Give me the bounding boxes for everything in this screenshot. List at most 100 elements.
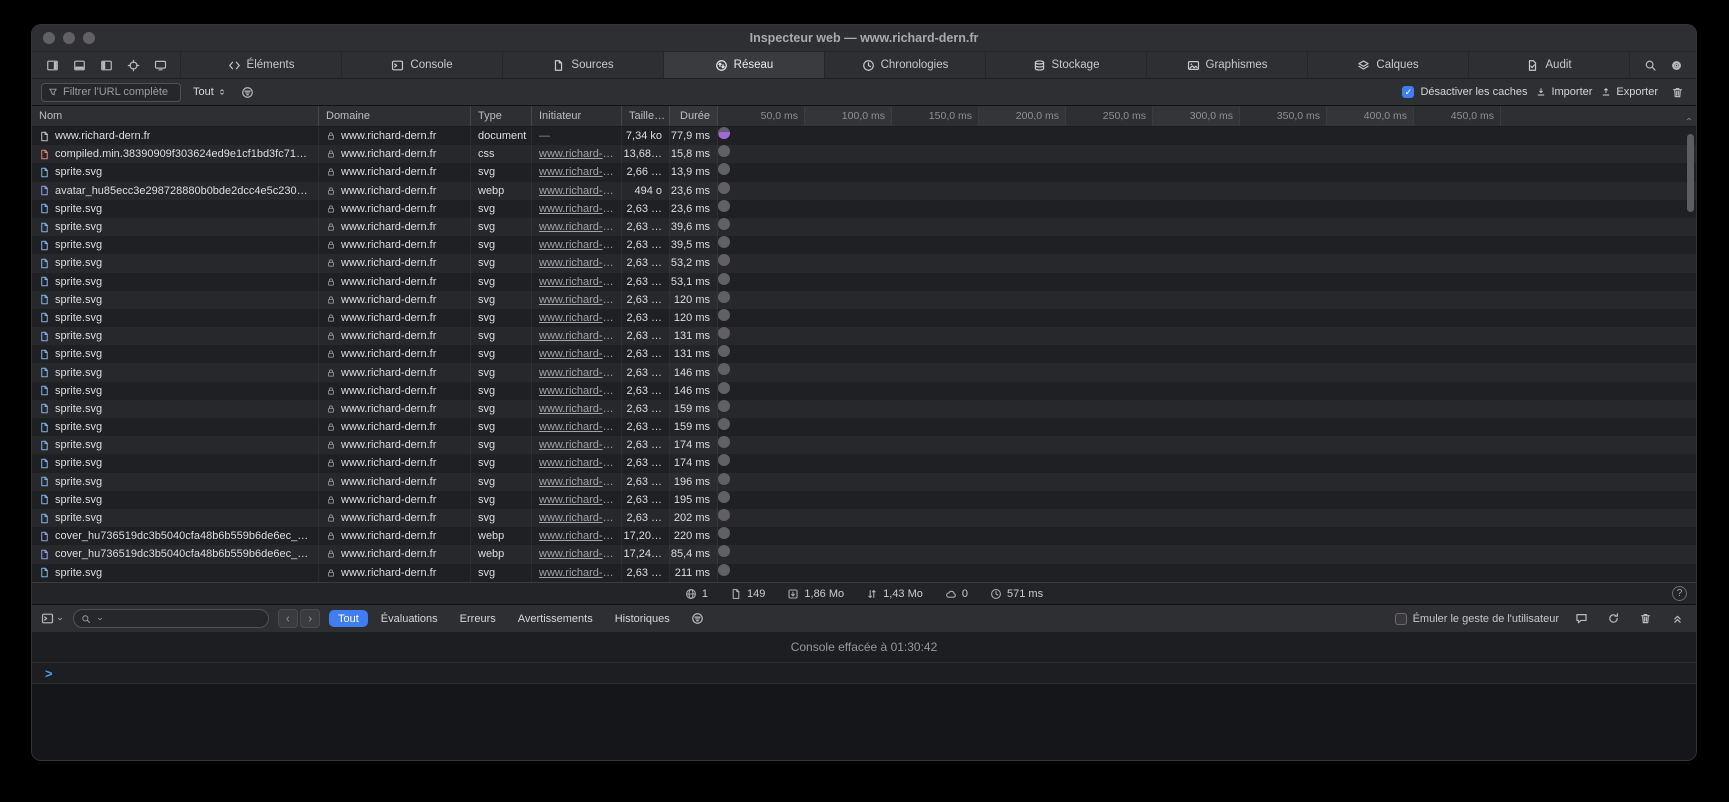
initiator-link[interactable]: www.richard-d… xyxy=(539,166,614,178)
previous-result-button[interactable] xyxy=(278,609,298,628)
table-row[interactable]: sprite.svgwww.richard-dern.frsvgwww.rich… xyxy=(32,327,1696,345)
table-row[interactable]: sprite.svgwww.richard-dern.frsvgwww.rich… xyxy=(32,436,1696,454)
console-prompt-chevron[interactable]: > xyxy=(45,666,53,681)
column-header[interactable]: Nom xyxy=(32,106,319,126)
table-row[interactable]: sprite.svgwww.richard-dern.frsvgwww.rich… xyxy=(32,236,1696,254)
table-row[interactable]: sprite.svgwww.richard-dern.frsvgwww.rich… xyxy=(32,454,1696,472)
inspect-element-button[interactable] xyxy=(121,54,145,76)
table-row[interactable]: sprite.svgwww.richard-dern.frsvgwww.rich… xyxy=(32,200,1696,218)
table-row[interactable]: cover_hu736519dc3b5040cfa48b6b559b6de6ec… xyxy=(32,527,1696,545)
initiator-link[interactable]: www.richard-d… xyxy=(539,203,614,215)
column-header[interactable]: Taille… xyxy=(622,106,670,126)
initiator-link[interactable]: www.richard-d… xyxy=(539,385,614,397)
initiator-link[interactable]: www.richard-d… xyxy=(539,439,614,451)
initiator-link[interactable]: www.richard-d… xyxy=(539,548,614,560)
tab-graphics[interactable]: Graphismes xyxy=(1146,52,1307,78)
column-header[interactable]: Type xyxy=(471,106,532,126)
device-settings-button[interactable] xyxy=(148,54,172,76)
initiator-link[interactable]: www.richard-d… xyxy=(539,221,614,233)
console-mode-button[interactable] xyxy=(41,612,64,625)
console-scope-erreurs[interactable]: Erreurs xyxy=(451,610,505,627)
initiator-link[interactable]: www.richard-d… xyxy=(539,276,614,288)
table-row[interactable]: sprite.svgwww.richard-dern.frsvgwww.rich… xyxy=(32,163,1696,181)
initiator-link[interactable]: www.richard-d… xyxy=(539,239,614,251)
reload-button[interactable] xyxy=(1603,612,1623,625)
table-row[interactable]: sprite.svgwww.richard-dern.frsvgwww.rich… xyxy=(32,418,1696,436)
tab-console[interactable]: Console xyxy=(341,52,502,78)
table-row[interactable]: sprite.svgwww.richard-dern.frsvgwww.rich… xyxy=(32,291,1696,309)
table-row[interactable]: sprite.svgwww.richard-dern.frsvgwww.rich… xyxy=(32,382,1696,400)
minimize-button[interactable] xyxy=(63,32,75,44)
initiator-link[interactable]: www.richard-d… xyxy=(539,476,614,488)
tab-elements[interactable]: Éléments xyxy=(180,52,341,78)
console-filter-options-button[interactable] xyxy=(688,612,708,625)
initiator-link[interactable]: www.richard-d… xyxy=(539,330,614,342)
tab-network[interactable]: Réseau xyxy=(663,52,824,78)
table-row[interactable]: sprite.svgwww.richard-dern.frsvgwww.rich… xyxy=(32,400,1696,418)
initiator-link[interactable]: www.richard-d… xyxy=(539,312,614,324)
resource-type-select[interactable]: Tout xyxy=(190,84,229,100)
dock-bottom-button[interactable] xyxy=(67,54,91,76)
table-row[interactable]: www.richard-dern.frwww.richard-dern.frdo… xyxy=(32,127,1696,145)
console-scope-tout[interactable]: Tout xyxy=(329,610,368,627)
initiator-link[interactable]: www.richard-d… xyxy=(539,403,614,415)
tab-storage[interactable]: Stockage xyxy=(985,52,1146,78)
zoom-button[interactable] xyxy=(83,32,95,44)
initiator-link[interactable]: www.richard-d… xyxy=(539,348,614,360)
table-row[interactable]: sprite.svgwww.richard-dern.frsvgwww.rich… xyxy=(32,564,1696,582)
initiator-link[interactable]: www.richard-d… xyxy=(539,294,614,306)
console-scope-evaluations[interactable]: Évaluations xyxy=(372,610,447,627)
console-scope-avertissements[interactable]: Avertissements xyxy=(509,610,602,627)
column-header[interactable]: Domaine xyxy=(319,106,471,126)
export-button[interactable]: Exporter xyxy=(1601,86,1658,98)
scrollbar[interactable] xyxy=(1686,128,1694,580)
column-header[interactable]: Durée xyxy=(670,106,718,126)
table-row[interactable]: sprite.svgwww.richard-dern.frsvgwww.rich… xyxy=(32,363,1696,381)
console-prompt-row[interactable]: > xyxy=(32,663,1696,684)
tab-sources[interactable]: Sources xyxy=(502,52,663,78)
table-row[interactable]: sprite.svgwww.richard-dern.frsvgwww.rich… xyxy=(32,509,1696,527)
column-header[interactable]: Initiateur xyxy=(532,106,622,126)
tab-audit[interactable]: Audit xyxy=(1468,52,1629,78)
table-row[interactable]: sprite.svgwww.richard-dern.frsvgwww.rich… xyxy=(32,345,1696,363)
initiator-link[interactable]: www.richard-d… xyxy=(539,257,614,269)
initiator-link[interactable]: www.richard-d… xyxy=(539,567,614,579)
console-messages-button[interactable] xyxy=(1571,612,1591,625)
collapse-console-button[interactable] xyxy=(1667,612,1687,625)
clear-network-button[interactable] xyxy=(1667,86,1687,99)
table-row[interactable]: cover_hu736519dc3b5040cfa48b6b559b6de6ec… xyxy=(32,545,1696,563)
initiator-link[interactable]: www.richard-d… xyxy=(539,421,614,433)
initiator-link[interactable]: www.richard-d… xyxy=(539,367,614,379)
search-button[interactable] xyxy=(1638,54,1662,76)
emulate-user-gesture-checkbox[interactable]: Émuler le geste de l'utilisateur xyxy=(1395,613,1559,625)
table-row[interactable]: sprite.svgwww.richard-dern.frsvgwww.rich… xyxy=(32,273,1696,291)
settings-button[interactable] xyxy=(1664,54,1688,76)
console-search-input[interactable] xyxy=(73,609,269,628)
table-row[interactable]: sprite.svgwww.richard-dern.frsvgwww.rich… xyxy=(32,491,1696,509)
next-result-button[interactable] xyxy=(300,609,320,628)
scrollbar-thumb[interactable] xyxy=(1687,134,1694,212)
console-scope-historiques[interactable]: Historiques xyxy=(606,610,679,627)
import-button[interactable]: Importer xyxy=(1536,86,1592,98)
table-row[interactable]: sprite.svgwww.richard-dern.frsvgwww.rich… xyxy=(32,218,1696,236)
initiator-link[interactable]: www.richard-d… xyxy=(539,148,614,160)
initiator-link[interactable]: www.richard-d… xyxy=(539,457,614,469)
initiator-link[interactable]: www.richard-d… xyxy=(539,185,614,197)
url-filter-input[interactable]: Filtrer l'URL complète xyxy=(41,83,181,102)
table-row[interactable]: sprite.svgwww.richard-dern.frsvgwww.rich… xyxy=(32,309,1696,327)
tab-layers[interactable]: Calques xyxy=(1307,52,1468,78)
clear-console-button[interactable] xyxy=(1635,612,1655,625)
tab-timelines[interactable]: Chronologies xyxy=(824,52,985,78)
table-row[interactable]: compiled.min.38390909f303624ed9e1cf1bd3f… xyxy=(32,145,1696,163)
initiator-link[interactable]: www.richard-d… xyxy=(539,530,614,542)
scroll-up-button[interactable] xyxy=(1685,110,1693,126)
table-row[interactable]: sprite.svgwww.richard-dern.frsvgwww.rich… xyxy=(32,254,1696,272)
initiator-link[interactable]: www.richard-d… xyxy=(539,512,614,524)
table-row[interactable]: avatar_hu85ecc3e298728880b0bde2dcc4e5c23… xyxy=(32,182,1696,200)
close-button[interactable] xyxy=(43,32,55,44)
help-button[interactable]: ? xyxy=(1672,586,1687,601)
filter-options-button[interactable] xyxy=(238,86,258,99)
dock-left-button[interactable] xyxy=(94,54,118,76)
disable-caches-checkbox[interactable]: ✓ Désactiver les caches xyxy=(1402,86,1527,98)
dock-right-button[interactable] xyxy=(40,54,64,76)
